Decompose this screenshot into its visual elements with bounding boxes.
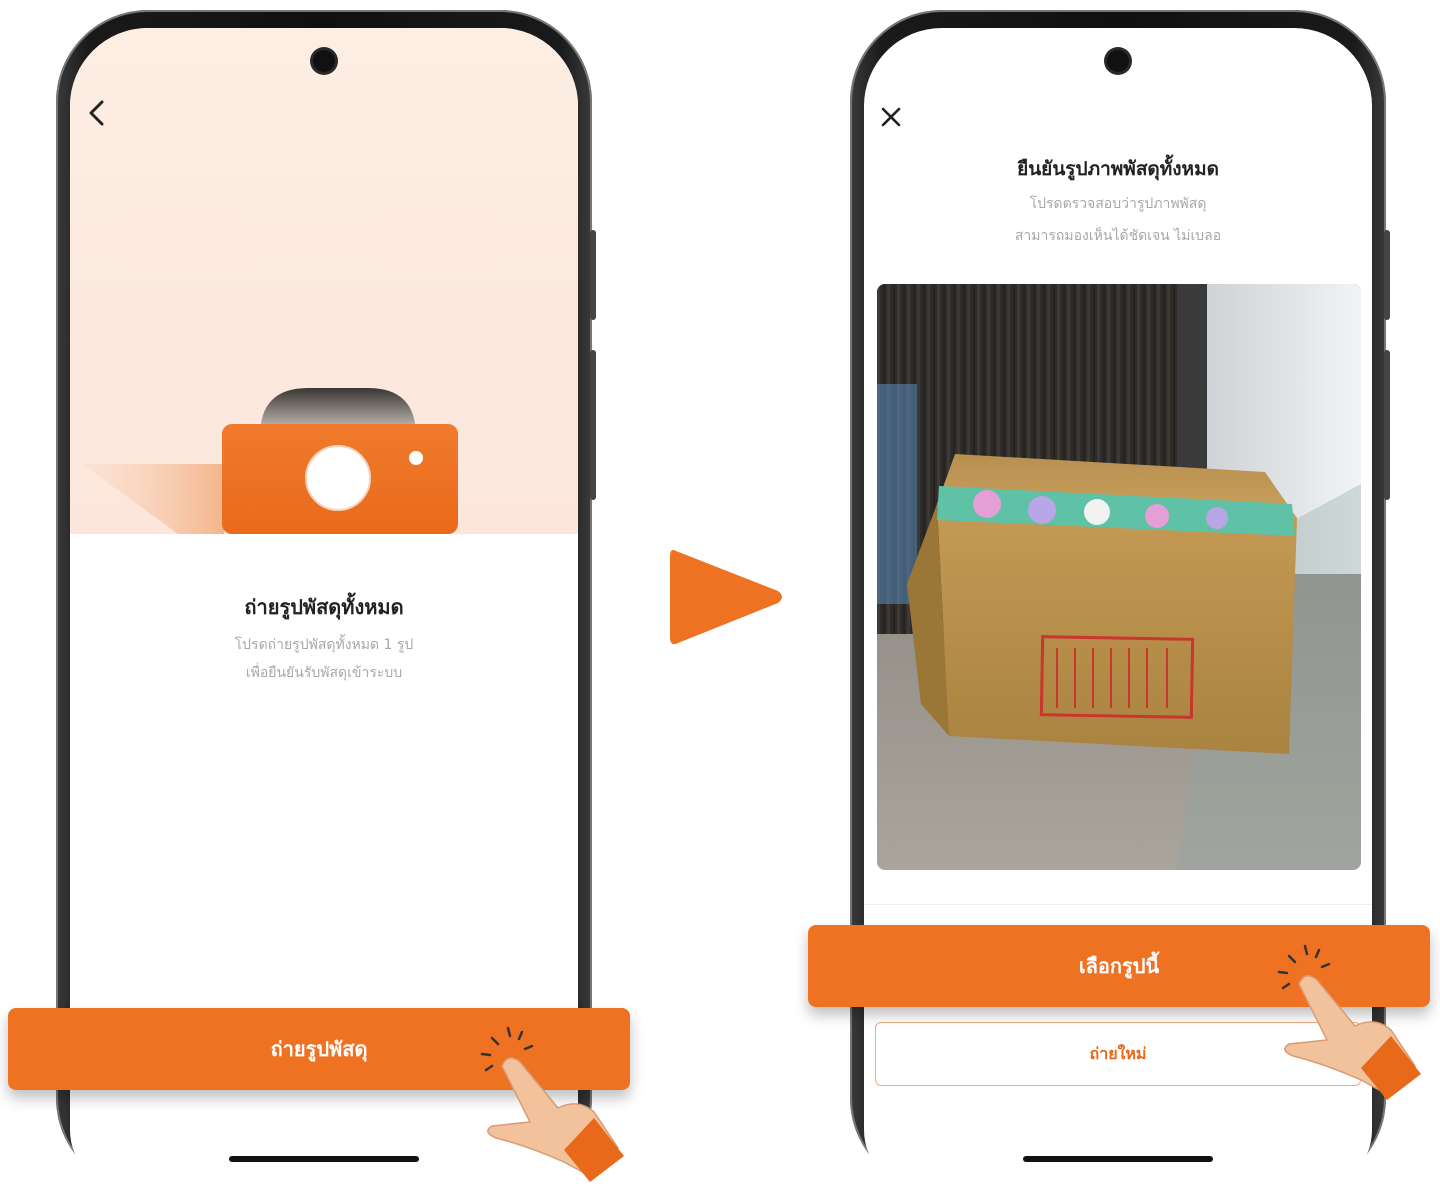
tap-hand-icon <box>480 1026 624 1182</box>
home-indicator <box>229 1156 419 1162</box>
divider <box>864 904 1372 905</box>
instruction-line-2: สามารถมองเห็นได้ชัดเจน ไม่เบลอ <box>1014 228 1222 244</box>
page-title: ถ่ายรูปพัสดุทั้งหมด <box>244 595 404 619</box>
parcel-photo <box>877 284 1361 870</box>
instruction-line-1: โปรดถ่ายรูปพัสดุทั้งหมด 1 รูป <box>234 637 414 653</box>
tap-hand-icon <box>1277 944 1421 1100</box>
side-button <box>590 350 596 500</box>
front-camera <box>1107 50 1129 72</box>
play-arrow-icon <box>670 549 782 645</box>
instruction-text: โปรดถ่ายรูปพัสดุทั้งหมด 1 รูป เพื่อยืนยั… <box>70 631 578 687</box>
front-camera <box>313 50 335 72</box>
page-title: ยืนยันรูปภาพพัสดุทั้งหมด <box>1017 158 1219 180</box>
instruction-line-2: เพื่อยืนยันรับพัสดุเข้าระบบ <box>245 665 403 681</box>
instruction-line-1: โปรดตรวจสอบว่ารูปภาพพัสดุ <box>1029 196 1207 212</box>
back-chevron-icon[interactable] <box>82 98 112 128</box>
instruction-text: โปรดตรวจสอบว่ารูปภาพพัสดุ สามารถมองเห็นไ… <box>864 188 1372 252</box>
side-button <box>1384 230 1390 320</box>
side-button <box>590 230 596 320</box>
close-icon[interactable] <box>876 102 906 132</box>
camera-illustration <box>82 388 458 534</box>
home-indicator <box>1023 1156 1213 1162</box>
side-button <box>1384 350 1390 500</box>
